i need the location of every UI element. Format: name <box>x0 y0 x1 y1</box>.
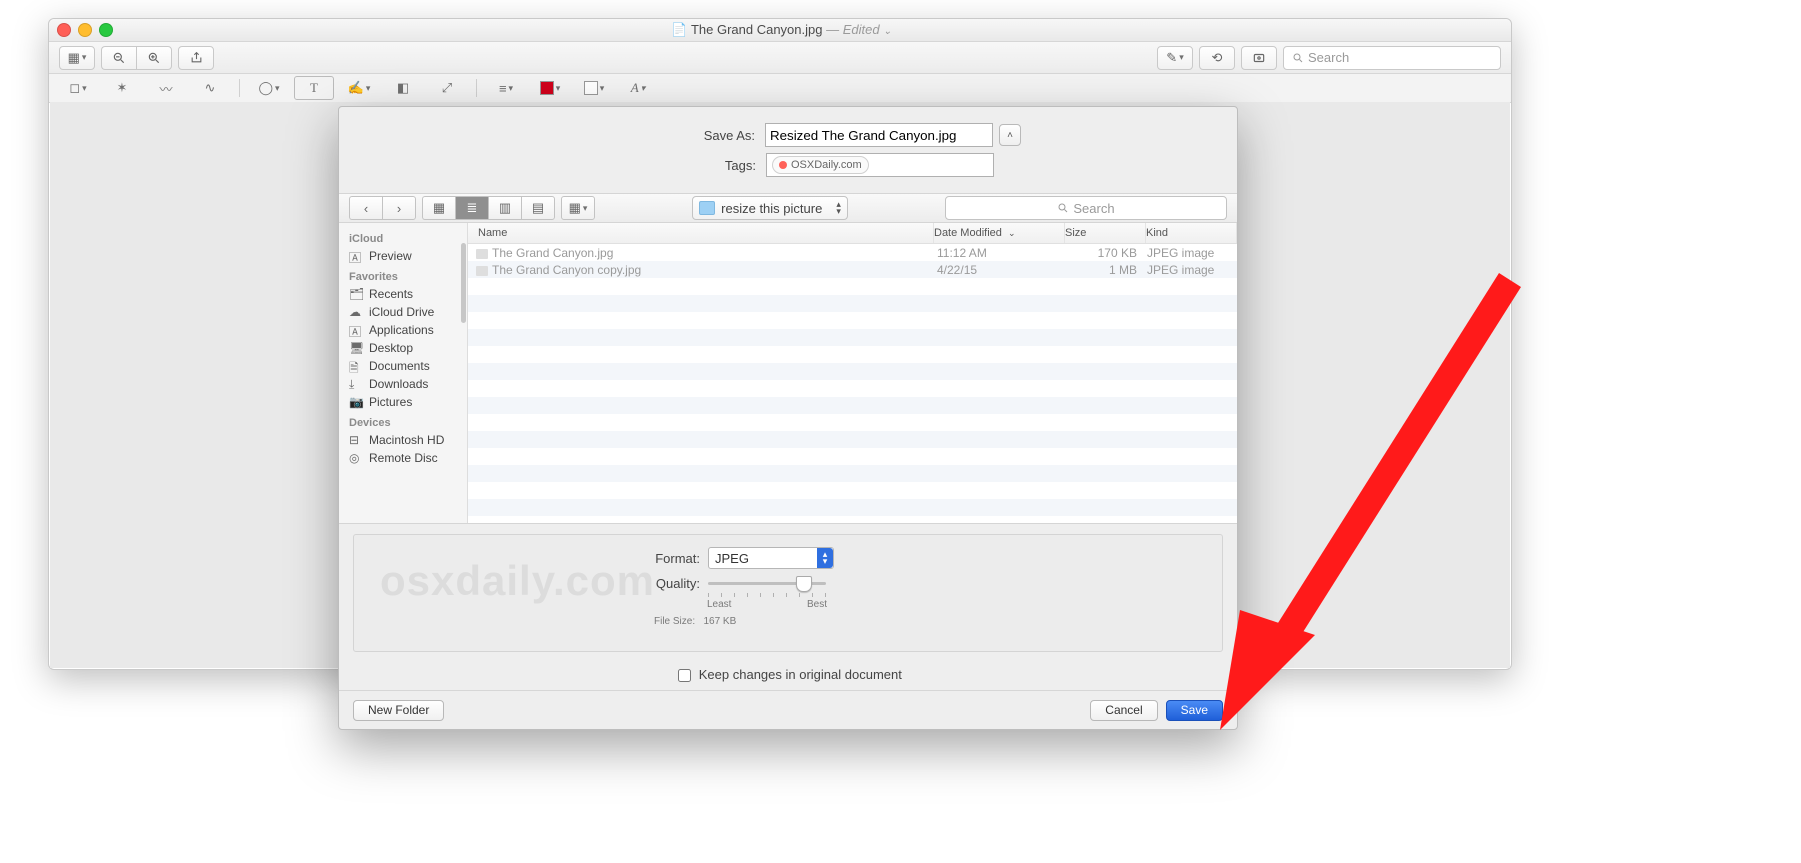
shapes-button[interactable]: ◯ ▾ <box>250 77 288 99</box>
file-list: Name Date Modified ⌄ Size Kind The Grand… <box>468 223 1237 523</box>
quality-label: Quality: <box>354 576 700 591</box>
quality-best-label: Best <box>807 599 827 610</box>
highlight-button[interactable]: ✎ ▾ <box>1157 46 1193 70</box>
save-as-input[interactable] <box>765 123 993 147</box>
instant-alpha-button[interactable]: ✶ <box>103 77 141 99</box>
keep-changes-checkbox[interactable]: Keep changes in original document <box>674 667 902 682</box>
quality-least-label: Least <box>707 599 731 610</box>
arrange-button[interactable]: ▦ ▾ <box>561 196 595 220</box>
markup-toolbar: ◻ ▾ ✶ 〰 ∿ ◯ ▾ T ✍ ▾ ◧ ⤢ ≡ ▾ ▾ ▾ A ▾ <box>49 74 1511 103</box>
titlebar: 📄 The Grand Canyon.jpg — Edited ⌄ <box>49 19 1511 42</box>
quality-slider[interactable] <box>708 573 826 593</box>
back-button[interactable]: ‹ <box>349 196 382 220</box>
filesize-label: File Size: <box>654 616 695 627</box>
markup-button[interactable] <box>1241 46 1277 70</box>
font-style-button[interactable]: A ▾ <box>619 77 657 99</box>
save-sheet: Save As: ˄ Tags: OSXDaily.com ‹ › ▦ ≣ ▥ <box>338 106 1238 730</box>
adjust-size-button[interactable]: ⤢ <box>428 77 466 99</box>
sketch-tool-button[interactable]: 〰 <box>147 77 185 99</box>
rotate-button[interactable]: ⟲ <box>1199 46 1235 70</box>
column-size-header[interactable]: Size <box>1065 223 1146 243</box>
tags-label: Tags: <box>556 158 756 173</box>
draw-tool-button[interactable]: ∿ <box>191 77 229 99</box>
cancel-button[interactable]: Cancel <box>1090 700 1157 721</box>
table-row[interactable]: The Grand Canyon copy.jpg4/22/151 MBJPEG… <box>468 261 1237 278</box>
column-name-header[interactable]: Name <box>468 223 934 243</box>
selection-tool-button[interactable]: ◻ ▾ <box>59 77 97 99</box>
table-row[interactable]: The Grand Canyon.jpg11:12 AM170 KBJPEG i… <box>468 244 1237 261</box>
sidebar-item-desktop[interactable]: 🖥Desktop <box>339 339 467 357</box>
tags-input[interactable]: OSXDaily.com <box>766 153 994 177</box>
sidebar-item-downloads[interactable]: ⤓Downloads <box>339 375 467 393</box>
zoom-window-button[interactable] <box>99 23 113 37</box>
sidebar-item-applications[interactable]: 🄰Applications <box>339 321 467 339</box>
column-date-header[interactable]: Date Modified ⌄ <box>934 223 1065 243</box>
toolbar-search[interactable]: Search <box>1283 46 1501 70</box>
list-view-button[interactable]: ≣ <box>455 196 488 220</box>
sidebar-item-documents[interactable]: 🗎Documents <box>339 357 467 375</box>
sidebar-toggle-button[interactable]: ▦ ▾ <box>59 46 95 70</box>
filesize-value: 167 KB <box>703 616 736 627</box>
icon-view-button[interactable]: ▦ <box>422 196 455 220</box>
file-browser-search[interactable]: Search <box>945 196 1227 220</box>
save-as-label: Save As: <box>555 128 755 143</box>
file-browser-toolbar: ‹ › ▦ ≣ ▥ ▤ ▦ ▾ resize this picture ▴▾ S… <box>339 193 1237 223</box>
folder-dropdown[interactable]: resize this picture ▴▾ <box>692 196 848 220</box>
collapse-sheet-button[interactable]: ˄ <box>999 124 1021 146</box>
sidebar-item-icloud-drive[interactable]: ☁iCloud Drive <box>339 303 467 321</box>
sidebar-item-macintosh-hd[interactable]: ⊟Macintosh HD <box>339 431 467 449</box>
sidebar-item-preview[interactable]: 🄰Preview <box>339 247 467 265</box>
zoom-in-button[interactable] <box>136 46 172 70</box>
sign-button[interactable]: ✍ ▾ <box>340 77 378 99</box>
window-title: 📄 The Grand Canyon.jpg — Edited ⌄ <box>120 22 1443 38</box>
format-panel: osxdaily.com Format: JPEG ▴▾ Quality: Le… <box>353 534 1223 652</box>
format-label: Format: <box>354 551 700 566</box>
sidebar-item-recents[interactable]: 🗂Recents <box>339 285 467 303</box>
sidebar-item-pictures[interactable]: 📷Pictures <box>339 393 467 411</box>
coverflow-view-button[interactable]: ▤ <box>521 196 555 220</box>
share-button[interactable] <box>178 46 214 70</box>
adjust-color-button[interactable]: ◧ <box>384 77 422 99</box>
forward-button[interactable]: › <box>382 196 416 220</box>
sidebar-group-favorites: Favorites <box>339 265 467 285</box>
jpg-file-icon: 📄 <box>671 22 691 37</box>
zoom-out-button[interactable] <box>101 46 136 70</box>
minimize-window-button[interactable] <box>78 23 92 37</box>
sidebar-item-remote-disc[interactable]: ◎Remote Disc <box>339 449 467 467</box>
text-button[interactable]: T <box>294 76 334 100</box>
line-style-button[interactable]: ≡ ▾ <box>487 77 525 99</box>
tag-chip[interactable]: OSXDaily.com <box>772 156 869 174</box>
main-toolbar: ▦ ▾ ✎ ▾ ⟲ Search <box>49 42 1511 74</box>
column-view-button[interactable]: ▥ <box>488 196 521 220</box>
save-button[interactable]: Save <box>1166 700 1223 721</box>
file-browser-sidebar: iCloud 🄰Preview Favorites 🗂Recents ☁iClo… <box>339 223 468 523</box>
border-color-button[interactable]: ▾ <box>531 77 569 99</box>
sidebar-group-icloud: iCloud <box>339 227 467 247</box>
sidebar-group-devices: Devices <box>339 411 467 431</box>
new-folder-button[interactable]: New Folder <box>353 700 444 721</box>
folder-icon <box>699 201 715 215</box>
fill-color-button[interactable]: ▾ <box>575 77 613 99</box>
column-kind-header[interactable]: Kind <box>1146 223 1237 243</box>
format-dropdown[interactable]: JPEG ▴▾ <box>708 547 834 569</box>
close-window-button[interactable] <box>57 23 71 37</box>
